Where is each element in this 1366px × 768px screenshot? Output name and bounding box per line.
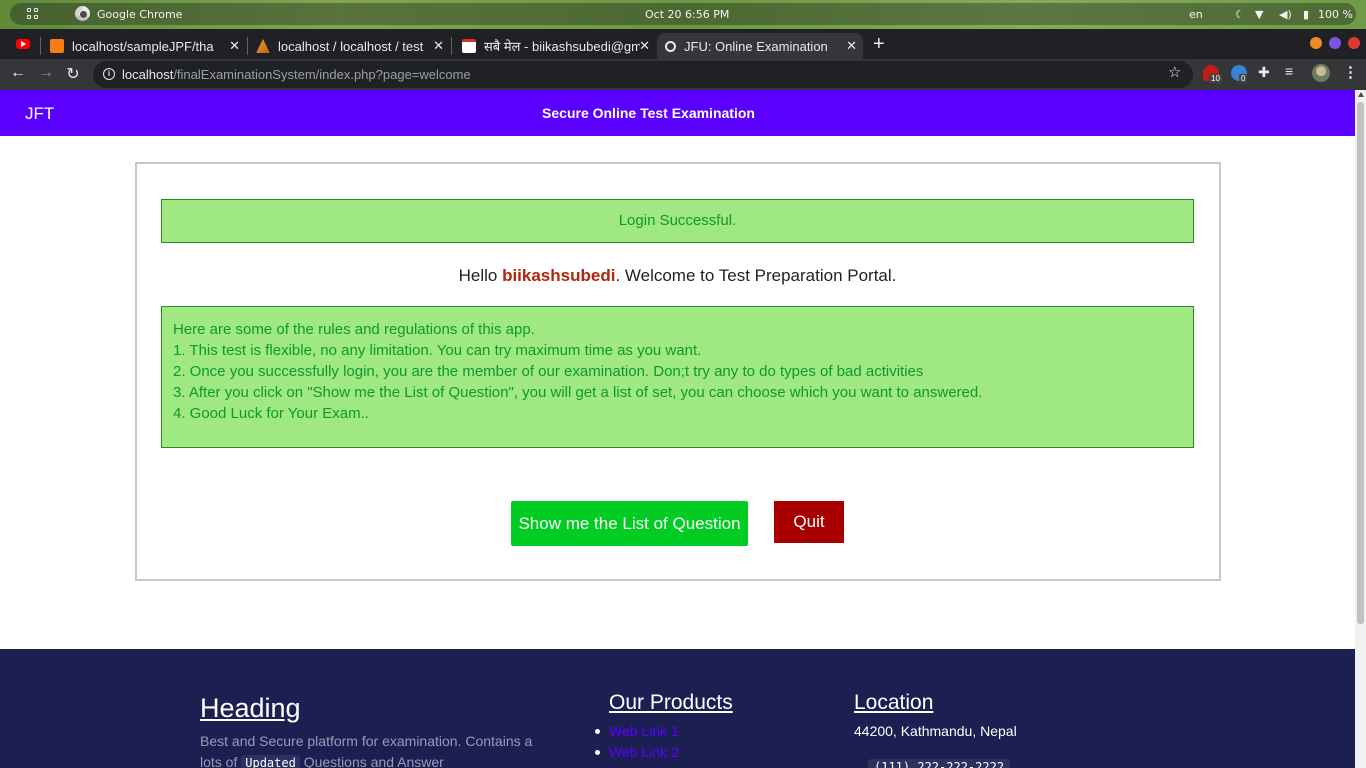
close-tab-icon[interactable]: ✕ [846, 38, 857, 54]
products-list: Web Link 1 Web Link 2 [595, 722, 679, 764]
tab-title: localhost/sampleJPF/tha [72, 38, 214, 54]
location-heading: Location [854, 691, 934, 714]
tab-jfu-online-examination[interactable]: JFU: Online Examination ✕ [657, 33, 863, 59]
forward-arrow-icon[interactable]: → [36, 64, 56, 82]
language-indicator[interactable]: en [1189, 8, 1203, 21]
play-icon [21, 41, 26, 47]
extension-badge: 10 [1209, 74, 1222, 83]
night-mode-icon[interactable]: ☾ [1235, 8, 1245, 21]
app-grid-icon[interactable] [27, 8, 39, 20]
tab-phpmyadmin[interactable]: localhost / localhost / test ✕ [248, 33, 450, 59]
back-arrow-icon[interactable]: ← [8, 64, 28, 82]
new-tab-button[interactable]: + [873, 33, 885, 56]
profile-avatar[interactable] [1312, 64, 1330, 82]
extension-badge: 0 [1239, 74, 1248, 83]
page-scrollbar[interactable] [1355, 90, 1366, 768]
media-queue-icon[interactable]: ≡ [1285, 63, 1293, 79]
footer-heading: Heading [200, 693, 301, 723]
clock[interactable]: Oct 20 6:56 PM [645, 8, 729, 21]
url-host: localhost [122, 67, 174, 82]
hello-suffix: . Welcome to Test Preparation Portal. [615, 266, 897, 285]
url-text[interactable]: localhost/finalExaminationSystem/index.p… [122, 67, 471, 82]
url-path: /finalExaminationSystem/index.php?page=w… [173, 67, 471, 82]
close-tab-icon[interactable]: ✕ [639, 38, 650, 54]
extension-lock-icon[interactable]: 10 [1203, 65, 1222, 83]
rule-item: 4. Good Luck for Your Exam.. [173, 405, 369, 422]
chrome-icon [75, 6, 90, 21]
show-question-list-button[interactable]: Show me the List of Question [511, 501, 748, 546]
rules-box: Here are some of the rules and regulatio… [161, 306, 1194, 448]
footer-text: Questions and Answer [299, 754, 444, 768]
close-tab-icon[interactable]: ✕ [229, 38, 240, 54]
site-tagline: Secure Online Test Examination [542, 105, 755, 121]
browser-tab-strip: localhost/sampleJPF/tha ✕ localhost / lo… [0, 29, 1366, 59]
close-window-button[interactable] [1348, 37, 1360, 49]
tab-title: सबै मेल - biikashsubedi@gm [484, 39, 640, 54]
rule-item: 2. Once you successfully login, you are … [173, 363, 924, 380]
list-item: Web Link 1 [595, 722, 679, 743]
username: biikashsubedi [502, 266, 616, 285]
battery-level: 100 % [1318, 8, 1353, 21]
extensions-puzzle-icon[interactable]: ✚ [1258, 64, 1270, 81]
minimize-button[interactable] [1310, 37, 1322, 49]
volume-icon[interactable]: ◀) [1279, 8, 1292, 21]
browser-menu-icon[interactable]: ⋮ [1343, 63, 1358, 81]
close-tab-icon[interactable]: ✕ [433, 38, 444, 54]
phpmyadmin-icon [256, 39, 270, 53]
tab-samplejpf[interactable]: localhost/sampleJPF/tha ✕ [42, 33, 246, 59]
footer-description: Best and Secure platform for examination… [200, 731, 545, 768]
battery-icon[interactable]: ▮ [1303, 8, 1309, 21]
rule-item: 3. After you click on "Show me the List … [173, 384, 983, 401]
quit-button[interactable]: Quit [774, 501, 844, 543]
os-top-bar: Google Chrome Oct 20 6:56 PM en ☾ ▼ ◀) ▮… [0, 0, 1366, 29]
bookmark-star-icon[interactable]: ☆ [1168, 63, 1181, 81]
products-heading: Our Products [609, 691, 733, 714]
wifi-icon[interactable]: ▼ [1255, 8, 1263, 21]
site-header: JFT Secure Online Test Examination [0, 90, 1355, 136]
hello-prefix: Hello [458, 266, 503, 285]
login-success-alert: Login Successful. [161, 199, 1194, 243]
xampp-icon [50, 39, 64, 53]
tab-title: localhost / localhost / test [278, 38, 424, 54]
scroll-thumb[interactable] [1357, 102, 1364, 624]
web-link-1[interactable]: Web Link 1 [609, 723, 679, 739]
extension-b-icon[interactable]: 0 [1231, 65, 1248, 83]
browser-toolbar: ← → ↻ i localhost/finalExaminationSystem… [0, 59, 1366, 90]
address-text: 44200, Kathmandu, Nepal [854, 723, 1017, 739]
rules-intro: Here are some of the rules and regulatio… [173, 321, 535, 338]
address-bar[interactable]: i localhost/finalExaminationSystem/index… [93, 61, 1193, 88]
rule-item: 1. This test is flexible, no any limitat… [173, 342, 702, 359]
tab-title: JFU: Online Examination [684, 38, 828, 54]
footer-code: Updated [241, 755, 300, 768]
maximize-button[interactable] [1329, 37, 1341, 49]
list-item: Web Link 2 [595, 743, 679, 764]
gmail-icon [462, 39, 476, 53]
loading-icon [665, 40, 676, 52]
scroll-up-arrow-icon[interactable] [1358, 92, 1364, 97]
web-link-2[interactable]: Web Link 2 [609, 744, 679, 760]
active-app-name[interactable]: Google Chrome [97, 8, 182, 21]
site-info-icon[interactable]: i [103, 68, 115, 80]
tab-gmail[interactable]: सबै मेल - biikashsubedi@gm ✕ [454, 33, 656, 59]
reload-icon[interactable]: ↻ [63, 64, 83, 84]
welcome-message: Hello biikashsubedi. Welcome to Test Pre… [161, 266, 1194, 286]
phone-number: (111) 222-222-2222 [868, 759, 1011, 768]
youtube-pinned-tab[interactable] [16, 39, 30, 49]
